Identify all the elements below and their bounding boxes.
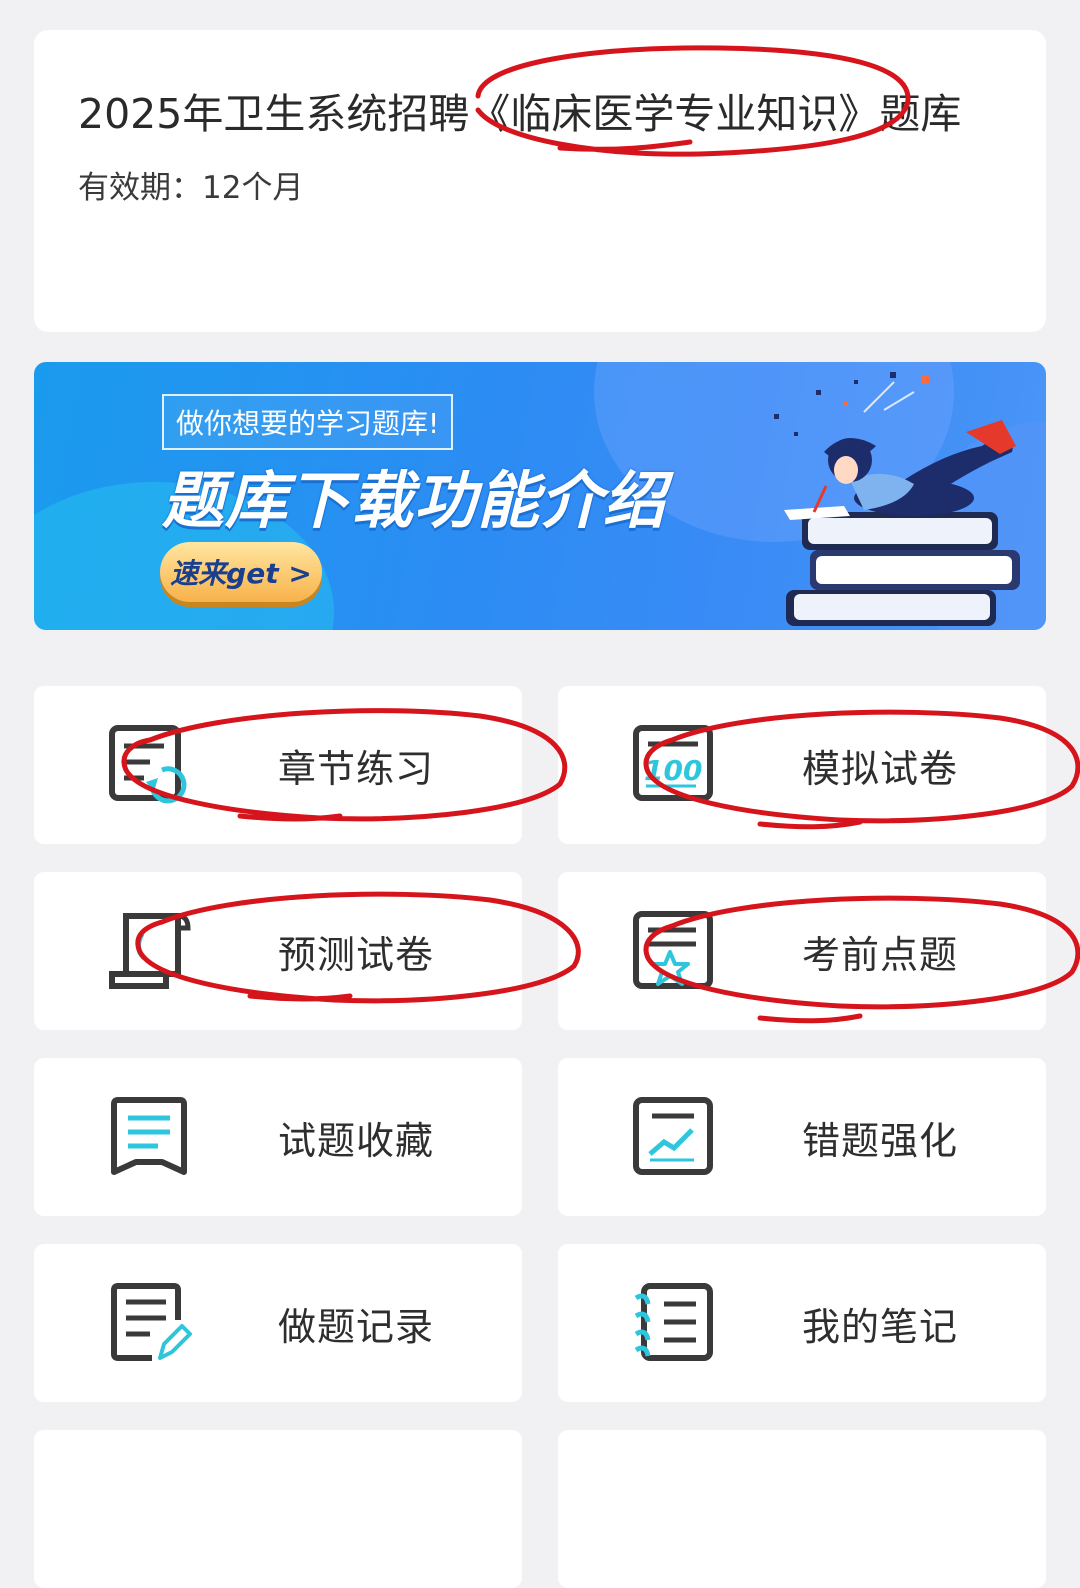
svg-text:100: 100	[644, 754, 702, 787]
menu-item-more-left[interactable]	[34, 1430, 522, 1588]
mock-exam-100-icon: 100	[633, 725, 713, 801]
menu-item-wrong-questions[interactable]: 错题强化	[558, 1058, 1046, 1216]
menu-item-pre-exam-tips[interactable]: 考前点题	[558, 872, 1046, 1030]
menu-item-label: 预测试卷	[278, 933, 435, 977]
menu-item-label: 模拟试卷	[802, 747, 959, 791]
course-header-card: 2025年卫生系统招聘《临床医学专业知识》题库 有效期：12个月	[34, 30, 1046, 332]
menu-item-practice-record[interactable]: 做题记录	[34, 1244, 522, 1402]
star-tips-icon	[633, 911, 713, 989]
menu-item-label: 章节练习	[278, 747, 435, 791]
menu-item-label: 错题强化	[802, 1119, 959, 1163]
menu-item-forecast-paper[interactable]: 预测试卷	[34, 872, 522, 1030]
banner-cta-button[interactable]: 速来get >	[160, 542, 322, 602]
menu-item-chapter-practice[interactable]: 章节练习	[34, 686, 522, 844]
menu-item-mock-exam[interactable]: 100 模拟试卷	[558, 686, 1046, 844]
menu-item-label: 考前点题	[802, 933, 959, 977]
trend-chart-icon	[633, 1097, 713, 1175]
menu-item-label: 我的笔记	[802, 1305, 959, 1349]
banner-tagline: 做你想要的学习题库!	[162, 394, 454, 450]
bookmark-list-icon	[111, 1097, 187, 1175]
edit-record-icon	[111, 1283, 192, 1361]
menu-item-question-favorites[interactable]: 试题收藏	[34, 1058, 522, 1216]
chapter-practice-icon	[109, 725, 187, 804]
feature-intro-banner[interactable]: 做你想要的学习题库! 题库下载功能介绍 速来get >	[34, 362, 1046, 630]
banner-heading: 题库下载功能介绍	[162, 464, 667, 537]
menu-item-label: 试题收藏	[278, 1119, 435, 1163]
validity-period: 有效期：12个月	[78, 170, 304, 206]
menu-item-my-notes[interactable]: 我的笔记	[558, 1244, 1046, 1402]
menu-item-more-right[interactable]	[558, 1430, 1046, 1588]
forecast-paper-icon	[109, 913, 191, 989]
menu-item-label: 做题记录	[278, 1305, 435, 1349]
course-title: 2025年卫生系统招聘《临床医学专业知识》题库	[78, 90, 962, 138]
notebook-icon	[634, 1283, 713, 1361]
reading-girl-illustration	[774, 372, 1020, 626]
